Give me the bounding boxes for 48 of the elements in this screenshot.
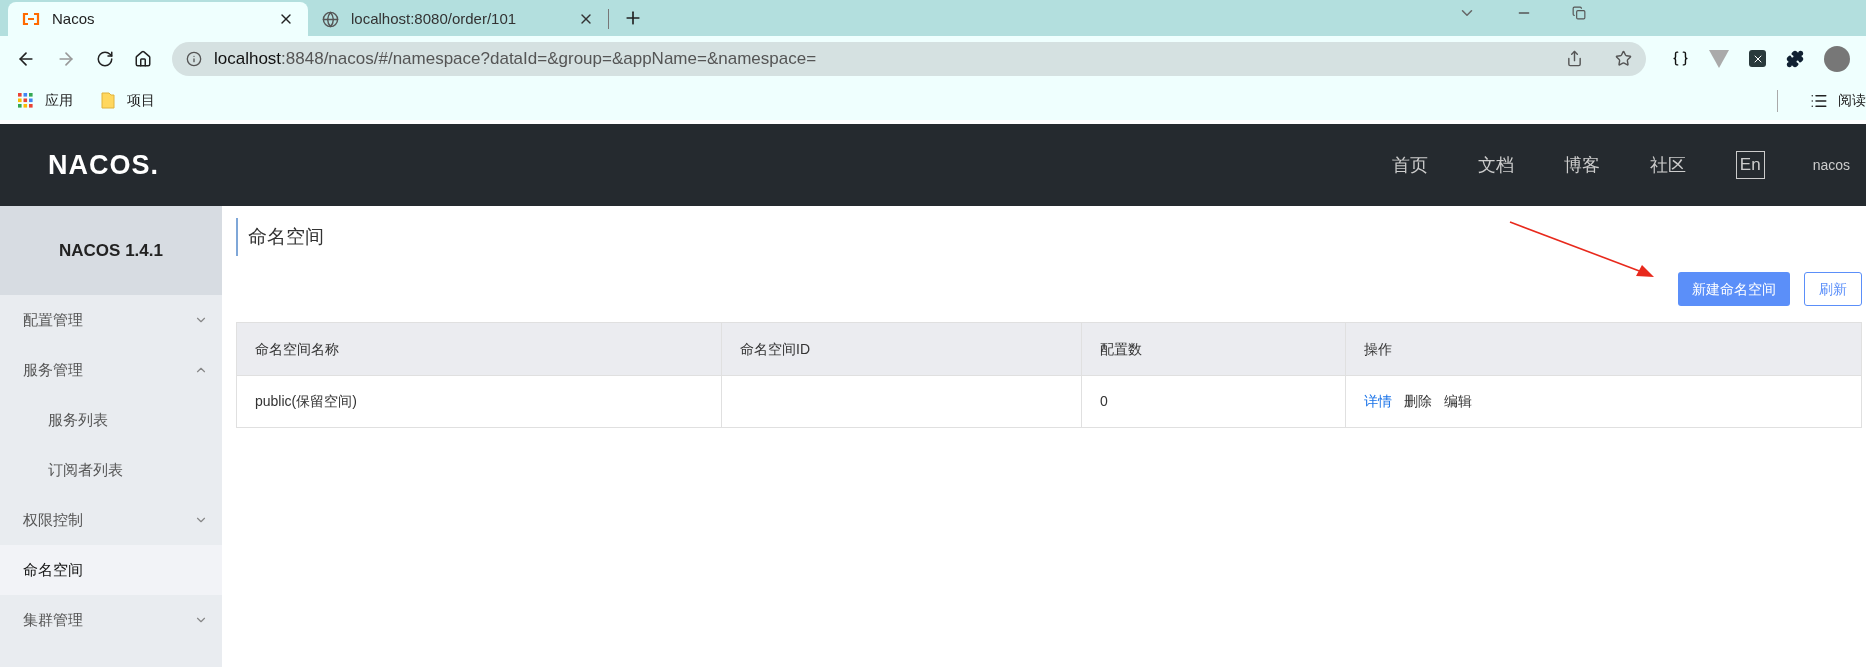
row-action-link[interactable]: 删除 [1404, 391, 1432, 412]
avatar[interactable] [1824, 45, 1850, 72]
bookmark[interactable]: 应用 [18, 90, 73, 111]
column-header: 命名空间ID [721, 323, 1081, 375]
globe-icon [322, 10, 339, 28]
nav-link[interactable]: 博客 [1563, 151, 1600, 179]
folder-icon [101, 92, 115, 109]
language-toggle[interactable]: En [1735, 151, 1765, 179]
sidebar-item[interactable]: 命名空间 [0, 545, 222, 595]
browser-tab[interactable]: Nacos [8, 2, 308, 36]
sidebar-item[interactable]: 服务管理 [0, 345, 222, 395]
browser-tab[interactable]: localhost:8080/order/101 [308, 2, 608, 36]
info-icon [186, 50, 202, 67]
row-action-link[interactable]: 编辑 [1444, 391, 1472, 412]
bookmark-star-icon[interactable] [1615, 50, 1632, 67]
address-bar[interactable]: localhost:8848/nacos/#/namespace?dataId=&group=&appName=&namespace= [172, 41, 1646, 76]
home-icon[interactable] [134, 49, 152, 68]
row-action-link[interactable]: 详情 [1364, 391, 1392, 412]
nacos-logo[interactable]: NACOS. [48, 144, 159, 186]
apps-grid-icon [18, 93, 33, 108]
sidebar-item[interactable]: 集群管理 [0, 595, 222, 645]
table-cell: 0 [1081, 376, 1345, 427]
column-header: 配置数 [1081, 323, 1345, 375]
nav-link[interactable]: 文档 [1477, 151, 1514, 179]
url-text: localhost:8848/nacos/#/namespace?dataId=&group=&appName=&namespace= [214, 47, 817, 70]
nav-link[interactable]: 首页 [1391, 151, 1428, 179]
sidebar-title: NACOS 1.4.1 [0, 206, 222, 295]
page-title: 命名空间 [248, 224, 324, 249]
x-extension-icon[interactable] [1749, 50, 1766, 67]
tab-title: localhost:8080/order/101 [351, 8, 518, 29]
reload-icon[interactable] [96, 49, 114, 68]
column-header: 命名空间名称 [254, 339, 340, 359]
braces-icon[interactable] [1672, 50, 1689, 67]
table-cell-text: public(保留空间) [254, 392, 358, 411]
nav-link[interactable]: 社区 [1649, 151, 1686, 179]
reading-list-button[interactable]: 阅读 [1806, 90, 1866, 111]
sidebar-subitem[interactable]: 服务列表 [0, 395, 222, 445]
sidebar-subitem[interactable]: 订阅者列表 [0, 445, 222, 495]
bracket-logo-icon [22, 13, 40, 25]
bookmark[interactable]: 项目 [101, 90, 155, 111]
column-header: 操作 [1345, 323, 1861, 375]
tab-title: Nacos [52, 8, 96, 29]
sidebar-item[interactable]: 权限控制 [0, 495, 222, 545]
restore-icon[interactable] [1572, 6, 1586, 20]
sidebar-item[interactable]: 配置管理 [0, 295, 222, 345]
share-icon[interactable] [1566, 50, 1583, 67]
user-name[interactable]: nacos [1812, 154, 1850, 176]
extensions-icon[interactable] [1786, 49, 1804, 68]
